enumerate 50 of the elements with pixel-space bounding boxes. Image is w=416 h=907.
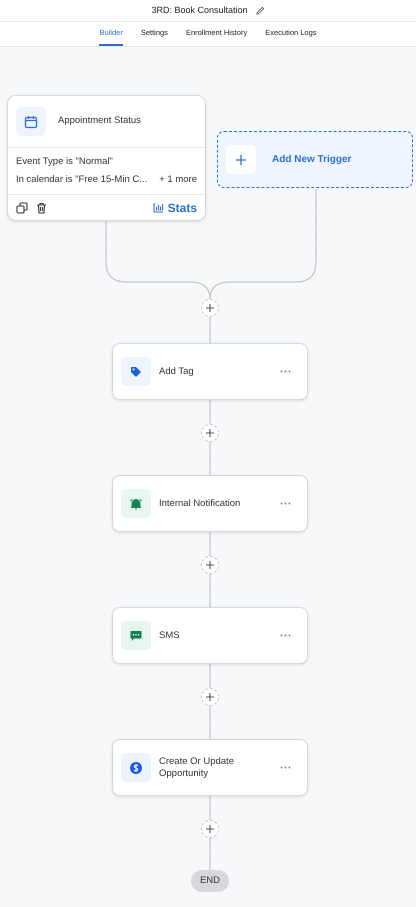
plus-icon (206, 304, 214, 312)
action-title: Internal Notification (159, 498, 240, 510)
action-card[interactable]: Create Or Update Opportunity (112, 739, 308, 796)
add-step-button[interactable] (201, 424, 219, 442)
plus-icon (206, 693, 214, 701)
action-card[interactable]: SMS (112, 607, 308, 664)
connector-line (209, 664, 211, 688)
edit-icon[interactable] (256, 6, 265, 15)
add-step-button[interactable] (201, 299, 219, 317)
connector-line (209, 838, 211, 870)
connector-line (209, 442, 211, 475)
connector-line (209, 574, 211, 607)
action-title: SMS (159, 630, 180, 642)
more-link[interactable]: + 1 more (159, 173, 197, 188)
condition-text: Event Type is "Normal" (16, 154, 114, 169)
connector-line (209, 317, 211, 343)
action-card[interactable]: Add Tag (112, 343, 308, 400)
connector-line (209, 400, 211, 424)
action-card[interactable]: Internal Notification (112, 475, 308, 532)
copy-icon[interactable] (16, 202, 28, 214)
plus-icon (206, 825, 214, 833)
more-icon[interactable] (280, 766, 291, 769)
bell-icon (121, 489, 151, 518)
add-step-button[interactable] (201, 688, 219, 706)
more-icon[interactable] (280, 634, 291, 637)
more-icon[interactable] (280, 370, 291, 373)
end-node: END (191, 870, 229, 892)
trash-icon[interactable] (36, 202, 47, 214)
plus-icon (206, 561, 214, 569)
workflow-title: 3RD: Book Consultation (151, 4, 248, 17)
chat-icon (121, 621, 151, 650)
plus-icon (206, 429, 214, 437)
add-step-button[interactable] (201, 556, 219, 574)
action-title: Add Tag (159, 366, 194, 378)
connector-line (209, 532, 211, 556)
more-icon[interactable] (280, 502, 291, 505)
trigger-card[interactable]: Appointment Status Event Type is "Normal" In calendar is "Free 15-Min C... + 1 more Stats (7, 95, 206, 221)
trigger-title: Appointment Status (58, 114, 141, 128)
add-trigger-button[interactable]: Add New Trigger (217, 131, 413, 188)
calendar-icon (16, 107, 46, 136)
bar-chart-icon (152, 202, 164, 213)
add-step-button[interactable] (201, 820, 219, 838)
tag-icon (121, 357, 151, 386)
condition-text: In calendar is "Free 15-Min C... (16, 173, 148, 187)
dollar-icon (121, 753, 151, 782)
connector-line (209, 796, 211, 820)
action-title: Create Or Update Opportunity (159, 756, 235, 780)
stats-link[interactable]: Stats (152, 198, 197, 216)
connector-line (209, 706, 211, 739)
plus-icon (226, 145, 256, 174)
